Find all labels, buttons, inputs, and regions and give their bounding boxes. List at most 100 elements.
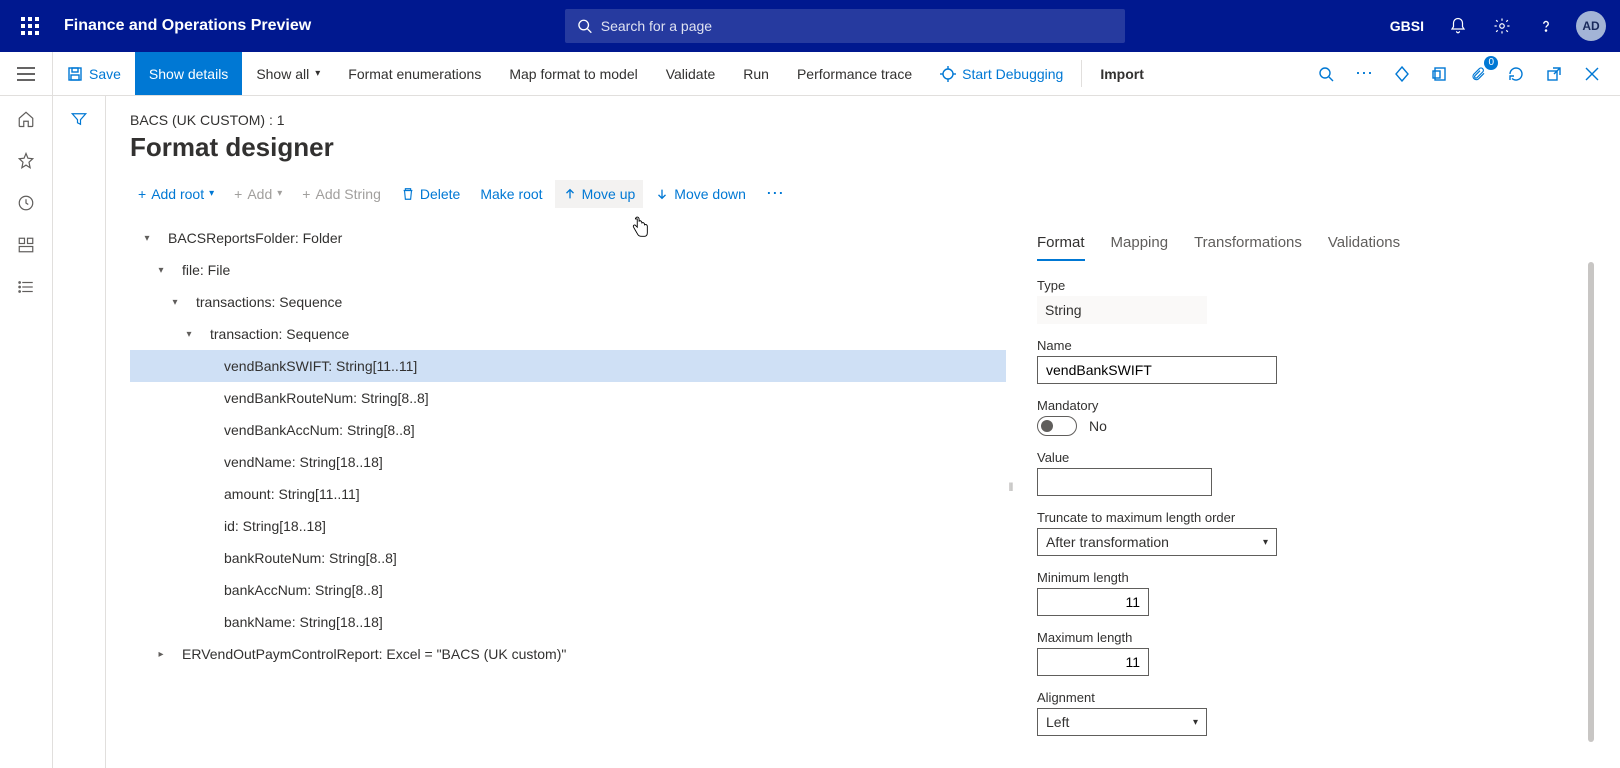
diamond-icon [1394,66,1410,82]
avatar[interactable]: AD [1576,11,1606,41]
maxlen-field[interactable] [1037,648,1149,676]
type-label: Type [1037,278,1576,293]
start-debugging-button[interactable]: Start Debugging [926,52,1077,95]
tree-node-label: bankAccNum: String[8..8] [224,582,383,598]
maxlen-label: Maximum length [1037,630,1576,645]
close-icon [1585,67,1599,81]
minlen-field[interactable] [1037,588,1149,616]
workspaces-button[interactable] [17,236,35,254]
trash-icon [401,187,415,201]
app-launcher-button[interactable] [8,4,52,48]
scrollbar[interactable] [1588,262,1594,742]
caret-down-icon[interactable]: ▾ [168,297,182,308]
doc-icon [1432,66,1448,82]
tree-row[interactable]: ▸bankRouteNum: String[8..8] [130,542,1006,574]
toolbar: +Add root▾ +Add▾ +Add String Delete Make… [130,177,1596,210]
nav-toggle[interactable] [0,52,53,95]
map-format-button[interactable]: Map format to model [495,52,651,95]
home-button[interactable] [17,110,35,128]
search-wrap [311,9,1380,43]
tree-row[interactable]: ▸vendName: String[18..18] [130,446,1006,478]
truncate-label: Truncate to maximum length order [1037,510,1576,525]
refresh-button[interactable] [1498,56,1534,92]
name-field[interactable] [1037,356,1277,384]
mandatory-toggle[interactable] [1037,416,1077,436]
save-button[interactable]: Save [53,52,135,95]
tree-row[interactable]: ▸bankName: String[18..18] [130,606,1006,638]
start-debug-label: Start Debugging [962,66,1063,82]
show-all-button[interactable]: Show all▾ [242,52,334,95]
add-root-button[interactable]: +Add root▾ [130,180,222,208]
tab-transformations[interactable]: Transformations [1194,226,1302,261]
run-button[interactable]: Run [729,52,783,95]
make-root-label: Make root [480,186,542,202]
tree-row[interactable]: ▾transactions: Sequence [130,286,1006,318]
add-root-label: Add root [151,186,204,202]
format-enumerations-button[interactable]: Format enumerations [334,52,495,95]
company-label[interactable]: GBSI [1380,18,1434,34]
page-search-button[interactable] [1308,56,1344,92]
arrow-down-icon [655,187,669,201]
caret-down-icon[interactable]: ▾ [140,233,154,244]
connector-button[interactable] [1384,56,1420,92]
add-button: +Add▾ [226,180,290,208]
truncate-select[interactable]: After transformation▾ [1037,528,1277,556]
make-root-button[interactable]: Make root [472,180,550,208]
show-details-button[interactable]: Show details [135,52,242,95]
tab-mapping[interactable]: Mapping [1111,226,1169,261]
caret-right-icon[interactable]: ▸ [154,649,168,660]
tree-row[interactable]: ▾BACSReportsFolder: Folder [130,222,1006,254]
settings-button[interactable] [1482,4,1522,48]
tree-row[interactable]: ▸amount: String[11..11] [130,478,1006,510]
tree-row[interactable]: ▸vendBankRouteNum: String[8..8] [130,382,1006,414]
favorites-button[interactable] [17,152,35,170]
validate-button[interactable]: Validate [652,52,730,95]
office-button[interactable] [1422,56,1458,92]
modules-button[interactable] [17,278,35,296]
run-label: Run [743,66,769,82]
move-down-label: Move down [674,186,746,202]
search-box[interactable] [565,9,1125,43]
notifications-button[interactable] [1438,4,1478,48]
delete-button[interactable]: Delete [393,180,468,208]
format-enum-label: Format enumerations [348,66,481,82]
tree-row[interactable]: ▸bankAccNum: String[8..8] [130,574,1006,606]
performance-trace-button[interactable]: Performance trace [783,52,926,95]
close-button[interactable] [1574,56,1610,92]
import-button[interactable]: Import [1086,52,1158,95]
search-input[interactable] [601,18,1114,34]
left-rail [0,96,53,768]
tree-row[interactable]: ▾file: File [130,254,1006,286]
add-label: Add [247,186,272,202]
tab-format[interactable]: Format [1037,226,1085,261]
tree-row[interactable]: ▸vendBankAccNum: String[8..8] [130,414,1006,446]
toolbar-more-button[interactable]: ⋯ [758,177,792,210]
caret-down-icon[interactable]: ▾ [182,329,196,340]
tab-validations[interactable]: Validations [1328,226,1400,261]
breadcrumb: BACS (UK CUSTOM) : 1 [130,112,1596,128]
validate-label: Validate [666,66,716,82]
plus-icon: + [234,186,242,202]
attachments-button[interactable] [1460,56,1496,92]
tree-row[interactable]: ▸vendBankSWIFT: String[11..11] [130,350,1006,382]
align-select[interactable]: Left▾ [1037,708,1207,736]
recent-button[interactable] [17,194,35,212]
more-button[interactable]: ⋯ [1346,56,1382,92]
arrow-up-icon [563,187,577,201]
caret-down-icon[interactable]: ▾ [154,265,168,276]
minlen-label: Minimum length [1037,570,1576,585]
popout-button[interactable] [1536,56,1572,92]
format-tree[interactable]: ▾BACSReportsFolder: Folder▾file: File▾tr… [130,222,1006,752]
help-icon [1537,17,1555,35]
splitter[interactable]: ‖ [1006,222,1016,752]
value-field[interactable] [1037,468,1212,496]
move-up-button[interactable]: Move up [555,180,644,208]
move-down-button[interactable]: Move down [647,180,754,208]
add-string-label: Add String [315,186,380,202]
filter-button[interactable] [70,110,88,768]
tree-row[interactable]: ▸id: String[18..18] [130,510,1006,542]
tree-row[interactable]: ▸ERVendOutPaymControlReport: Excel = "BA… [130,638,1006,670]
hamburger-icon [17,67,35,81]
help-button[interactable] [1526,4,1566,48]
tree-row[interactable]: ▾transaction: Sequence [130,318,1006,350]
